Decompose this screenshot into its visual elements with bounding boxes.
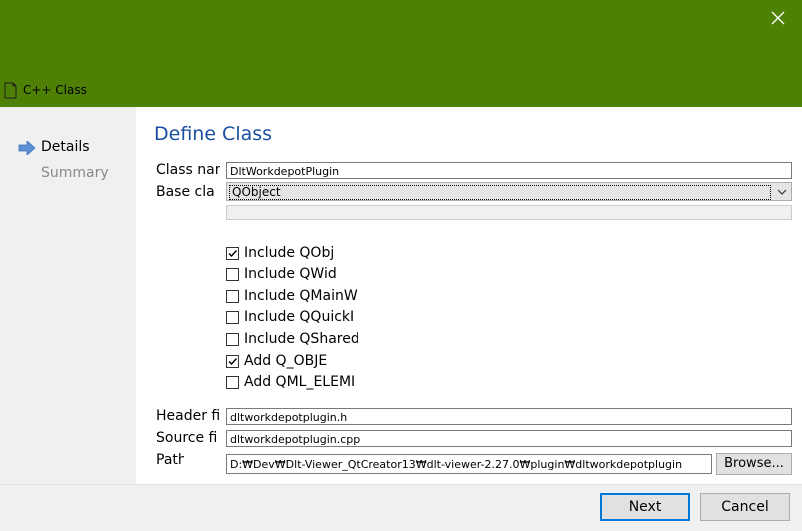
wizard-sidebar (0, 107, 136, 484)
source-file-label: Source fi (156, 430, 218, 446)
checkmark-icon (228, 357, 238, 365)
browse-button[interactable]: Browse... (716, 453, 792, 475)
checkbox-label: Add QML_ELEMI (244, 374, 356, 390)
chevron-down-icon (777, 189, 787, 195)
file-icon (4, 82, 17, 98)
checkbox-box[interactable] (226, 310, 239, 324)
class-name-label: Class nam (156, 162, 220, 178)
cancel-button[interactable]: Cancel (700, 493, 790, 521)
close-icon[interactable] (768, 8, 788, 28)
title-bar: C++ Class (0, 0, 802, 107)
checkbox-include-qmainwindow[interactable]: Include QMainWin (226, 286, 358, 306)
header-file-input[interactable]: dltworkdepotplugin.h (226, 408, 792, 425)
next-button[interactable]: Next (600, 493, 690, 521)
checkmark-icon (228, 249, 238, 257)
checkbox-add-qml-element[interactable]: Add QML_ELEMI (226, 372, 358, 392)
checkbox-box[interactable] (226, 246, 239, 260)
sidebar-item-details: Details (41, 139, 90, 155)
checkbox-box[interactable] (226, 332, 239, 346)
checkbox-include-qquickitem[interactable]: Include QQuickI (226, 307, 358, 327)
checkbox-box[interactable] (226, 354, 239, 368)
checkbox-label: Include QQuickI (244, 309, 355, 325)
arrow-right-icon (18, 141, 36, 155)
checkbox-label: Include QObj (244, 245, 335, 261)
base-class-extra-field (226, 205, 792, 220)
checkbox-include-qobject[interactable]: Include QObj (226, 243, 358, 263)
checkbox-label: Include QWid (244, 266, 337, 282)
wizard-title: C++ Class (4, 79, 87, 101)
path-input[interactable]: D:₩Dev₩Dlt-Viewer_QtCreator13₩dlt-viewer… (226, 454, 712, 474)
sidebar-item-summary: Summary (41, 165, 109, 181)
checkbox-box[interactable] (226, 289, 239, 303)
checkbox-include-qshareddata[interactable]: Include QShared[ (226, 329, 358, 349)
checkbox-include-qwidget[interactable]: Include QWid (226, 264, 358, 284)
path-label: Path (156, 452, 184, 468)
checkbox-add-q-object[interactable]: Add Q_OBJE (226, 351, 358, 371)
checkbox-label: Include QShared[ (244, 331, 358, 347)
checkbox-label: Include QMainWin (244, 288, 358, 304)
wizard-title-text: C++ Class (23, 83, 87, 97)
page-title: Define Class (154, 123, 273, 145)
source-file-input[interactable]: dltworkdepotplugin.cpp (226, 430, 792, 447)
base-class-select[interactable]: QObject (226, 182, 792, 201)
class-name-input[interactable]: DltWorkdepotPlugin (226, 162, 792, 179)
checkbox-label: Add Q_OBJE (244, 353, 328, 369)
header-file-label: Header fi (156, 408, 220, 424)
base-class-label: Base cla (156, 184, 215, 200)
checkbox-box[interactable] (226, 375, 239, 389)
base-class-value: QObject (229, 185, 771, 200)
checkbox-box[interactable] (226, 267, 239, 281)
